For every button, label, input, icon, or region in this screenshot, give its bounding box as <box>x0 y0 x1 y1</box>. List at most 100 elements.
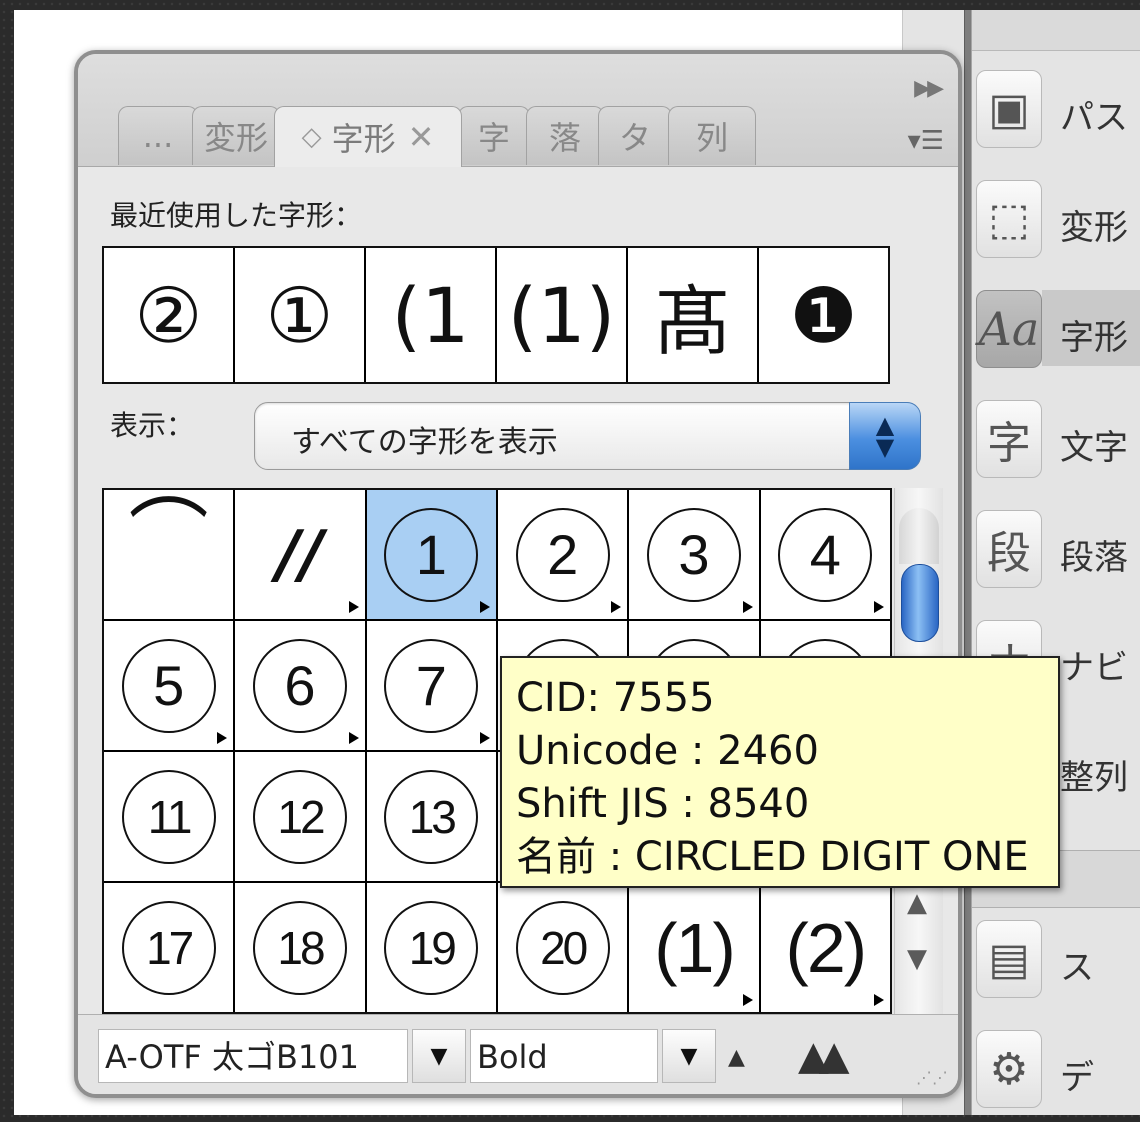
alternates-flag-icon[interactable] <box>348 732 359 744</box>
glyph-cell[interactable]: 20 <box>497 883 628 1012</box>
paragraph-icon[interactable]: 段 <box>976 510 1042 588</box>
dock-item-label: 文字 <box>1060 428 1128 468</box>
dock-header <box>972 10 1140 51</box>
tab-5[interactable]: タ <box>598 106 672 165</box>
font-style-dropdown-icon[interactable]: ▼ <box>662 1029 716 1083</box>
show-label: 表示： <box>110 409 195 442</box>
recent-glyph[interactable]: (1) <box>497 248 626 382</box>
collapse-panel-icon[interactable]: ▶▶ <box>914 76 944 101</box>
scroll-thumb[interactable] <box>901 564 939 642</box>
glyph-cell[interactable]: 7 <box>366 621 496 750</box>
alternates-flag-icon[interactable] <box>348 601 359 613</box>
dock-item-label: 字形 <box>1060 318 1128 358</box>
font-style-field[interactable]: Bold <box>470 1029 658 1083</box>
circled-glyph: 4 <box>778 507 873 602</box>
glyph-cell[interactable]: (2) <box>760 883 890 1012</box>
tab-4[interactable]: 落 <box>526 106 604 165</box>
tooltip-cid: CID: 7555 <box>516 675 715 721</box>
dock-item-label: 整列 <box>1060 758 1128 798</box>
dock-item-glyphs[interactable]: Aa 字形 <box>976 290 1140 382</box>
tooltip-sjis: Shift JIS : 8540 <box>516 781 810 827</box>
alternates-flag-icon[interactable] <box>742 994 753 1006</box>
recent-glyph[interactable]: ② <box>104 248 233 382</box>
data-merge-icon[interactable]: ⚙ <box>976 1030 1042 1108</box>
tooltip-name: 名前 : CIRCLED DIGIT ONE <box>516 834 1029 880</box>
character-icon[interactable]: 字 <box>976 400 1042 478</box>
pathfinder-icon[interactable]: ▣ <box>976 70 1042 148</box>
glyph-cell[interactable]: 11 <box>104 752 234 881</box>
glyph-cell[interactable]: 13 <box>366 752 496 881</box>
panel-menu-icon[interactable]: ▾☰ <box>908 126 944 156</box>
dock-item-transform[interactable]: ⬚ 変形 <box>976 180 1140 272</box>
dock-item-label: ス <box>1060 948 1094 988</box>
glyph: // <box>276 517 324 592</box>
dock-item-label: ナビ <box>1060 648 1128 688</box>
dock-item-label: パス <box>1060 98 1128 138</box>
swatch-library-icon[interactable]: ▤ <box>976 920 1042 998</box>
scroll-down-icon[interactable]: ▼ <box>907 944 927 974</box>
dock-item-paragraph[interactable]: 段段落 <box>976 510 1140 602</box>
alternates-flag-icon[interactable] <box>479 601 490 613</box>
dock-item-character[interactable]: 字文字 <box>976 400 1140 492</box>
dock-item-data-merge[interactable]: ⚙ デ <box>976 1030 1140 1122</box>
alternates-flag-icon[interactable] <box>873 994 884 1006</box>
zoom-in-icon[interactable]: ▲▲ <box>798 1033 849 1079</box>
alternates-flag-icon[interactable] <box>611 601 622 613</box>
show-select[interactable]: すべての字形を表示 ▲ ▼ <box>254 402 921 470</box>
alternates-flag-icon[interactable] <box>479 732 490 744</box>
alternates-flag-icon[interactable] <box>217 732 228 744</box>
circled-glyph: 13 <box>384 769 479 864</box>
alternates-flag-icon[interactable] <box>742 601 753 613</box>
circled-glyph: 12 <box>252 769 347 864</box>
panel-footer: A-OTF 太ゴB101 ▼ Bold ▼ ▲ ▲▲ ⋰⋰ <box>78 1014 958 1094</box>
tab-1[interactable]: 変形 <box>192 106 280 165</box>
glyphs-panel: ▶▶ ▾☰ ... 変形 ◇ 字形 ✕ 字落タ列 最近使用した字形： ② ① (1 (1) 髙 ❶ … <box>74 50 962 1098</box>
dock-divider[interactable] <box>964 10 972 1115</box>
glyph-cell[interactable]: (1) <box>629 883 759 1012</box>
circled-glyph: 19 <box>384 900 479 995</box>
circled-glyph: 1 <box>384 507 479 602</box>
tab-grip-icon: ◇ <box>301 122 322 152</box>
font-family-field[interactable]: A-OTF 太ゴB101 <box>98 1029 408 1083</box>
glyphs-icon[interactable]: Aa <box>976 290 1042 368</box>
tab-0[interactable]: ... <box>118 106 198 165</box>
transform-icon[interactable]: ⬚ <box>976 180 1042 258</box>
glyph-cell[interactable]: 6 <box>235 621 365 750</box>
dock-item-pathfinder[interactable]: ▣ パス <box>976 70 1140 162</box>
glyph-cell[interactable]: 17 <box>104 883 234 1012</box>
glyph-cell[interactable]: 4 <box>760 490 890 619</box>
glyph-cell[interactable]: 19 <box>366 883 496 1012</box>
dock-item-label: 段落 <box>1060 538 1128 578</box>
alternates-flag-icon[interactable] <box>873 601 884 613</box>
tab-3[interactable]: 字 <box>458 106 530 165</box>
scroll-up-icon[interactable]: ▲ <box>907 888 927 918</box>
recent-glyphs-label: 最近使用した字形： <box>110 199 363 232</box>
glyph-cell[interactable]: 5 <box>104 621 234 750</box>
glyph-cell[interactable]: 3 <box>629 490 759 619</box>
dock-item-swatch-library[interactable]: ▤ ス <box>976 920 1140 1012</box>
glyph-cell[interactable]: 1 <box>366 490 496 619</box>
font-family-dropdown-icon[interactable]: ▼ <box>412 1029 466 1083</box>
recent-glyph[interactable]: (1 <box>366 248 495 382</box>
tab-6[interactable]: 列 <box>668 106 756 165</box>
recent-glyph[interactable]: ① <box>235 248 364 382</box>
circled-glyph: 7 <box>384 638 479 733</box>
glyph-cell[interactable]: 12 <box>235 752 365 881</box>
circled-glyph: 5 <box>121 638 216 733</box>
glyph-cell[interactable]: // <box>235 490 365 619</box>
glyph-cell[interactable]: 2 <box>497 490 628 619</box>
circled-glyph: 11 <box>121 769 216 864</box>
close-tab-icon[interactable]: ✕ <box>408 118 435 156</box>
glyph-cell[interactable]: 18 <box>235 883 365 1012</box>
parenthesized-glyph: (2) <box>785 908 868 987</box>
resize-grip-icon[interactable]: ⋰⋰ <box>916 1068 948 1087</box>
select-stepper-icon[interactable]: ▲ ▼ <box>849 402 921 470</box>
circled-glyph: 20 <box>515 900 610 995</box>
circled-glyph: 2 <box>515 507 610 602</box>
recent-glyph[interactable]: ❶ <box>759 248 888 382</box>
recent-glyph[interactable]: 髙 <box>628 248 757 382</box>
glyph-cell[interactable]: ⌒ <box>104 490 234 619</box>
zoom-out-icon[interactable]: ▲ <box>728 1045 745 1070</box>
dock-item-label: 変形 <box>1060 208 1128 248</box>
tab-2[interactable]: ◇ 字形 ✕ <box>274 106 462 167</box>
